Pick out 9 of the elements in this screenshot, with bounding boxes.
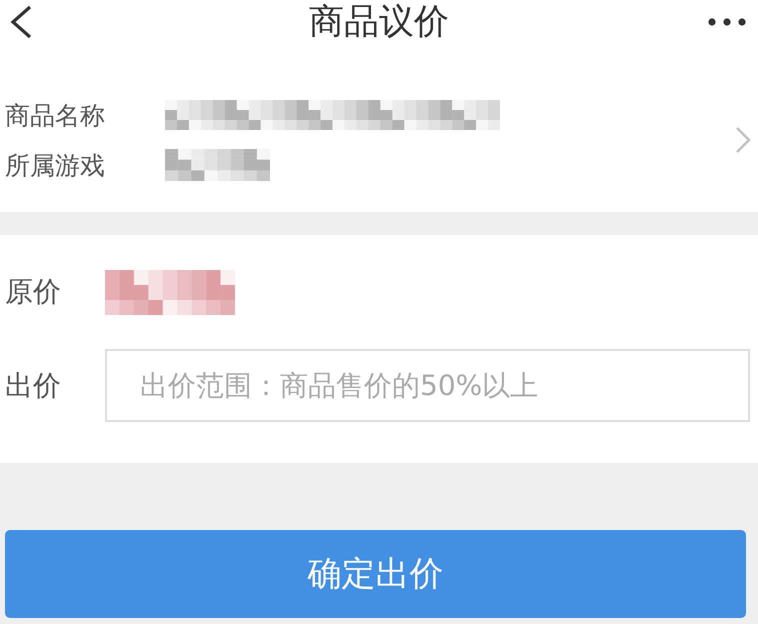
bid-input-field[interactable]: 出价范围：商品售价的50%以上: [105, 349, 750, 422]
page-title: 商品议价: [309, 1, 449, 44]
more-icon[interactable]: [708, 18, 746, 26]
field-label: 所属游戏: [5, 150, 106, 182]
field-label: 商品名称: [5, 100, 106, 132]
back-icon[interactable]: [9, 5, 33, 39]
product-info-card[interactable]: 商品名称 所属游戏: [0, 44, 758, 212]
bid-label: 出价: [5, 368, 62, 404]
original-price-label: 原价: [5, 274, 62, 310]
